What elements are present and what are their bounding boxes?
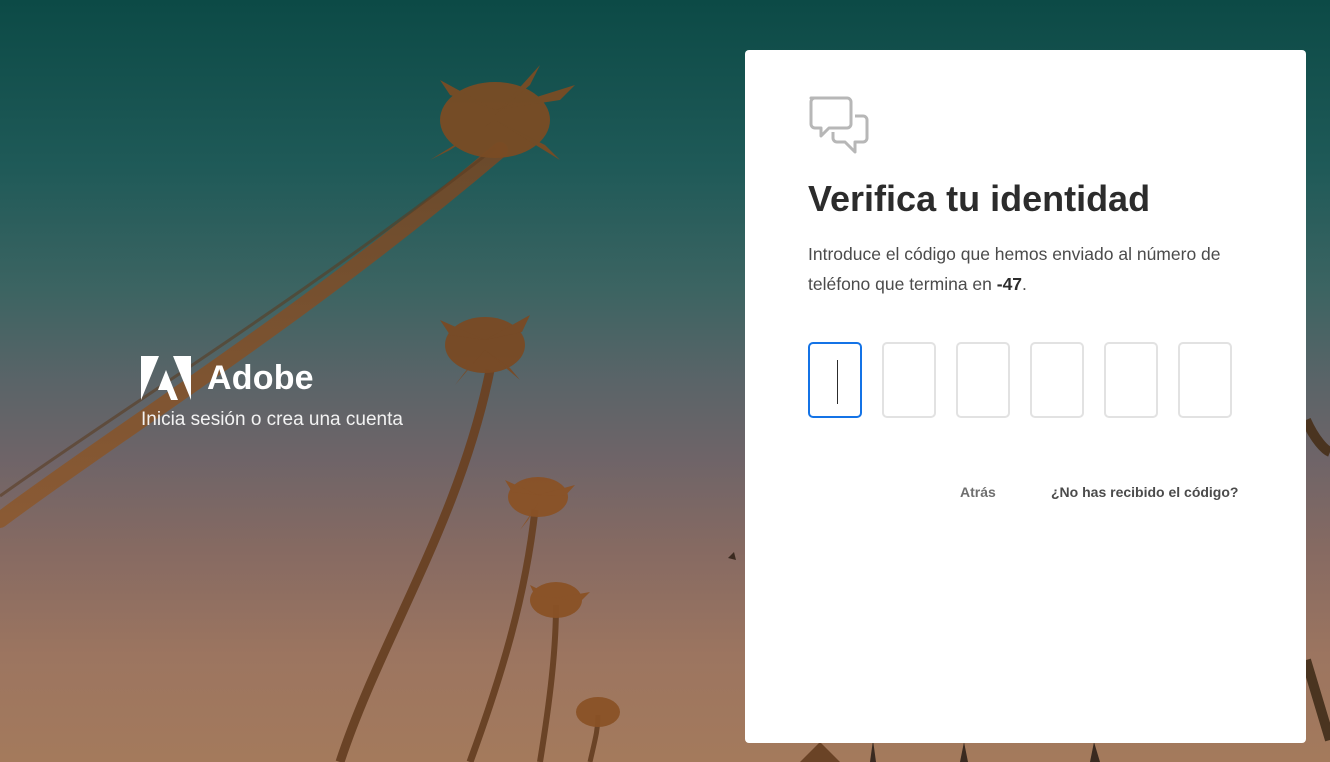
code-digit-2[interactable] bbox=[882, 342, 936, 418]
code-digit-6[interactable] bbox=[1178, 342, 1232, 418]
code-digit-4[interactable] bbox=[1030, 342, 1084, 418]
chat-bubbles-icon bbox=[809, 96, 869, 154]
code-digit-3[interactable] bbox=[956, 342, 1010, 418]
code-digit-1[interactable] bbox=[808, 342, 862, 418]
phone-suffix: -47 bbox=[996, 274, 1023, 294]
resend-code-link[interactable]: ¿No has recibido el código? bbox=[1051, 484, 1238, 500]
verification-card: Verifica tu identidad Introduce el códig… bbox=[745, 50, 1306, 743]
instructions-text: Introduce el código que hemos enviado al… bbox=[808, 239, 1258, 299]
text-caret bbox=[837, 360, 838, 404]
adobe-logo-icon bbox=[141, 356, 191, 400]
brand-row: Adobe bbox=[141, 356, 403, 400]
code-input-row bbox=[808, 342, 1232, 418]
brand-tagline: Inicia sesión o crea una cuenta bbox=[141, 409, 403, 430]
instructions-suffix: . bbox=[1022, 274, 1027, 294]
brand-block: Adobe Inicia sesión o crea una cuenta bbox=[141, 356, 403, 431]
page-title: Verifica tu identidad bbox=[808, 178, 1151, 219]
back-link[interactable]: Atrás bbox=[960, 484, 996, 500]
code-digit-5[interactable] bbox=[1104, 342, 1158, 418]
brand-name: Adobe bbox=[207, 358, 314, 397]
